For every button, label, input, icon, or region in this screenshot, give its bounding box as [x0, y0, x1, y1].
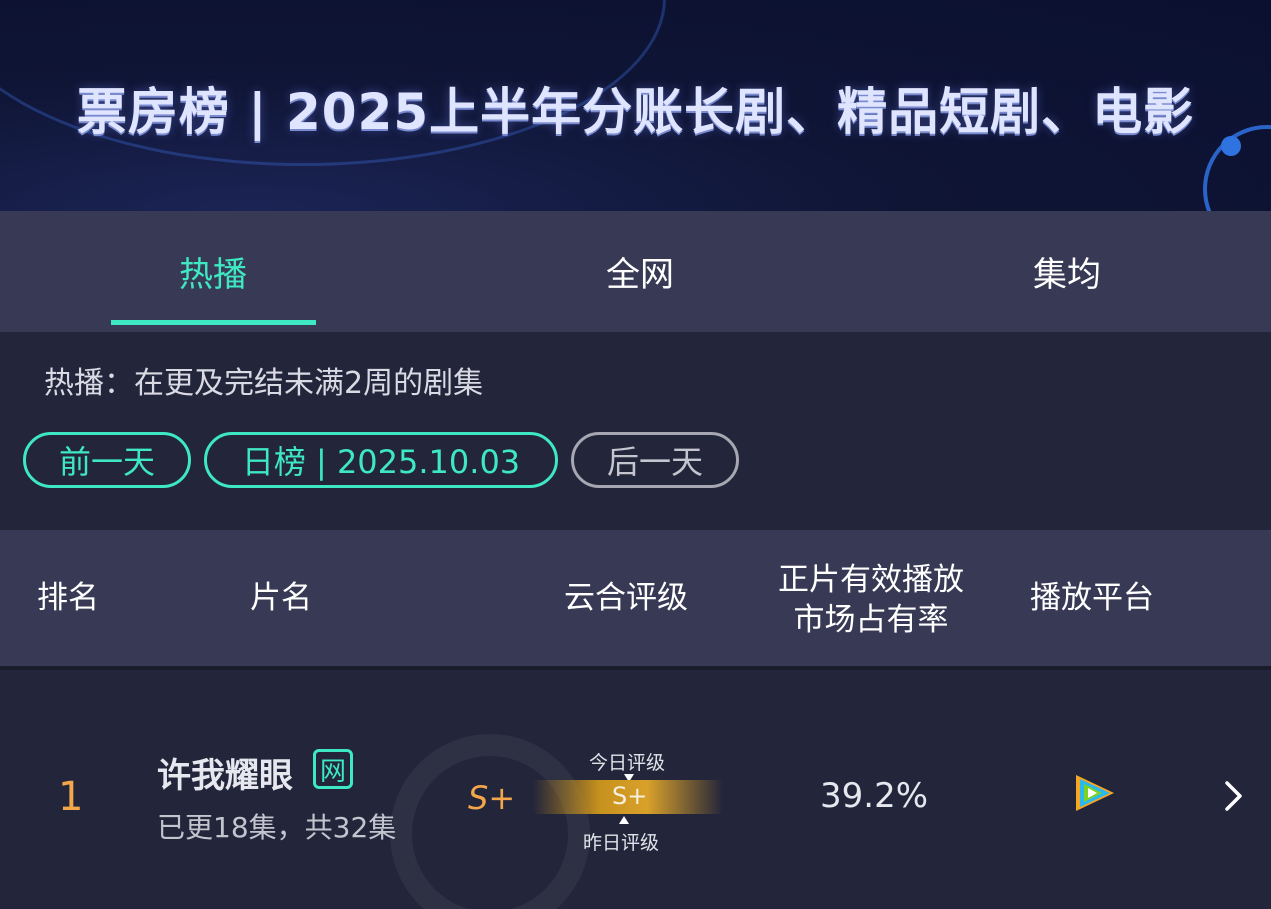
row-market-share: 39.2%: [820, 776, 929, 816]
tab-all-network-label: 全网: [606, 255, 674, 295]
filter-description: 热播：在更及完结未满2周的剧集: [44, 366, 484, 401]
header-market-share-line2: 市场占有率: [793, 602, 949, 638]
header-title: 片名: [250, 580, 312, 616]
tab-hot-label: 热播: [179, 255, 247, 295]
row-episodes: 已更18集，共32集: [157, 811, 397, 844]
row-rank: 1: [58, 774, 84, 820]
row-title: 许我耀眼: [157, 756, 293, 796]
chevron-right-icon[interactable]: [1222, 779, 1246, 813]
network-series-badge: 网: [313, 749, 353, 789]
header-market-share-line1: 正片有效播放: [778, 562, 964, 598]
header-platform: 播放平台: [1030, 580, 1154, 616]
tab-per-episode-label: 集均: [1033, 255, 1101, 295]
yesterday-rating-label: 昨日评级: [583, 832, 660, 854]
filter-area: 热播：在更及完结未满2周的剧集 前一天 日榜 | 2025.10.03 后一天: [0, 332, 1271, 530]
tab-bar: 热播 全网 集均: [0, 211, 1271, 332]
tab-per-episode[interactable]: 集均: [867, 211, 1267, 332]
active-tab-indicator: [111, 320, 316, 325]
today-rating-label: 今日评级: [589, 752, 666, 774]
date-selector[interactable]: 日榜 | 2025.10.03: [204, 432, 558, 488]
next-day-button[interactable]: 后一天: [571, 432, 739, 488]
yesterday-rating-marker: [619, 816, 629, 824]
tencent-video-icon: [1076, 775, 1114, 811]
table-header: 排名 片名 云合评级 正片有效播放 市场占有率 播放平台: [0, 530, 1271, 670]
watermark-logo: [390, 734, 590, 909]
tab-hot[interactable]: 热播: [13, 211, 413, 332]
rating-bar-grade: S+: [612, 782, 648, 810]
table-row[interactable]: 1 许我耀眼 网 已更18集，共32集 S+ 今日评级 S+ 昨日评级 39.2…: [0, 674, 1271, 909]
header-rank: 排名: [37, 580, 99, 616]
row-grade: S+: [468, 779, 516, 817]
header-market-share: 正片有效播放 市场占有率: [774, 560, 968, 640]
tab-all-network[interactable]: 全网: [440, 211, 840, 332]
header-rating: 云合评级: [564, 580, 688, 616]
prev-day-button[interactable]: 前一天: [23, 432, 191, 488]
banner-title: 票房榜 | 2025上半年分账长剧、精品短剧、电影: [76, 83, 1195, 141]
banner: 票房榜 | 2025上半年分账长剧、精品短剧、电影: [0, 0, 1271, 211]
